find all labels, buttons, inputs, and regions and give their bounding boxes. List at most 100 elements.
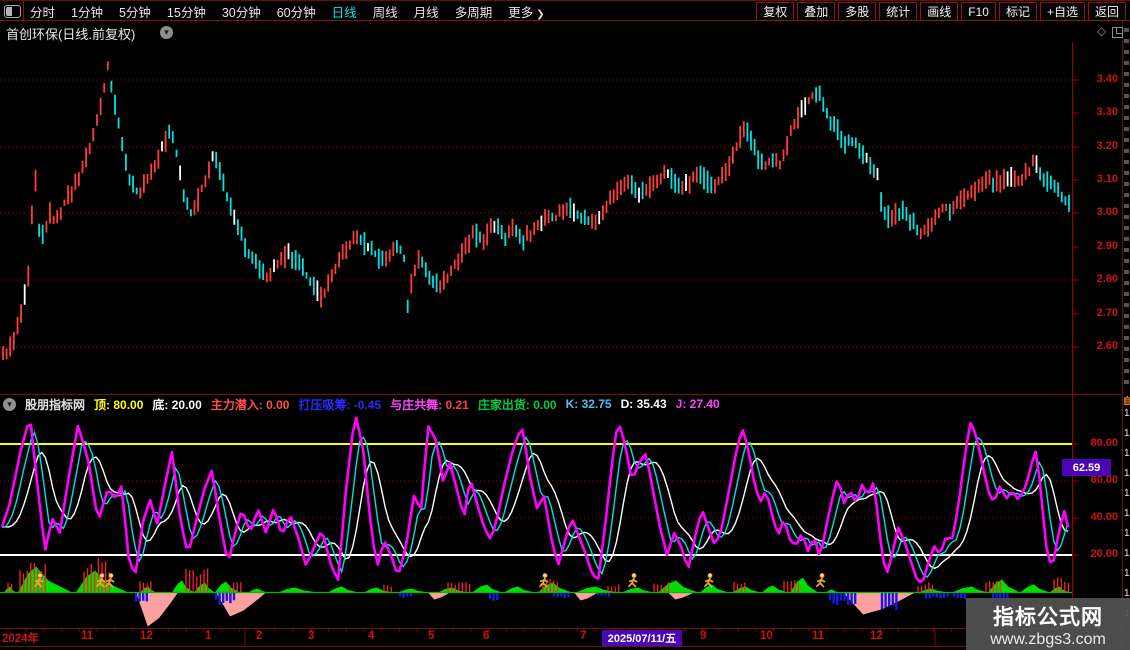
indicator-param-3: 主力潜入: 0.00 bbox=[211, 396, 290, 413]
date-axis-label: 4 bbox=[368, 630, 374, 642]
blue-bar bbox=[836, 593, 838, 605]
menu-item-2[interactable]: 5分钟 bbox=[119, 2, 151, 21]
price-axis-label: 2.90 bbox=[1078, 240, 1118, 252]
menu-item-10[interactable]: 更多❯ bbox=[508, 2, 544, 21]
menu-item-8[interactable]: 月线 bbox=[414, 2, 439, 21]
blue-bar bbox=[489, 593, 491, 599]
blue-bar bbox=[135, 593, 137, 602]
blue-bar bbox=[399, 593, 401, 596]
momentum-area-positive bbox=[952, 587, 988, 593]
blue-bar bbox=[895, 593, 897, 610]
j-line bbox=[2, 418, 1068, 582]
date-axis-label: 3 bbox=[308, 630, 314, 642]
blue-bar bbox=[604, 593, 606, 595]
restore-window-icon[interactable] bbox=[1112, 27, 1123, 38]
blue-bar bbox=[946, 593, 948, 597]
price-axis-label: 2.70 bbox=[1078, 307, 1118, 319]
indicator-param-2: 底: 20.00 bbox=[152, 396, 201, 413]
menu-item-5[interactable]: 60分钟 bbox=[277, 2, 316, 21]
price-axis-label: 3.40 bbox=[1078, 73, 1118, 85]
momentum-area-positive bbox=[472, 585, 502, 593]
date-axis-label: 7 bbox=[580, 630, 586, 642]
menu-item-4[interactable]: 30分钟 bbox=[222, 2, 261, 21]
momentum-area-positive bbox=[1050, 587, 1070, 593]
menubar-divider bbox=[23, 1, 24, 21]
momentum-area-positive bbox=[1020, 585, 1050, 593]
toolbar-button-3[interactable]: 统计 bbox=[879, 2, 917, 21]
indicator-value-tag: 62.59 bbox=[1062, 459, 1111, 476]
toolbar-button-6[interactable]: 标记 bbox=[999, 2, 1037, 21]
toolbar-button-7[interactable]: +自选 bbox=[1040, 2, 1085, 21]
menu-item-9[interactable]: 多周期 bbox=[455, 2, 493, 21]
toolbar-button-1[interactable]: 叠加 bbox=[797, 2, 835, 21]
momentum-area-positive bbox=[140, 587, 156, 593]
indicator-param-6: 庄家出货: 0.00 bbox=[478, 396, 557, 413]
inflow-area-negative bbox=[574, 593, 598, 601]
blue-bar bbox=[556, 593, 558, 597]
right-cutoff-panel: 自 11111111111 bbox=[1122, 0, 1130, 650]
toolbar-button-4[interactable]: 画线 bbox=[920, 2, 958, 21]
accumulation-stripes bbox=[186, 569, 208, 593]
top-menubar: 分时 1分钟 5分钟 15分钟 30分钟 60分钟日线周线月线多周期更多❯ 复权叠加多股统… bbox=[0, 0, 1130, 21]
runner-signal-icon bbox=[629, 573, 637, 586]
blue-bar bbox=[925, 593, 927, 599]
blue-bar bbox=[142, 593, 144, 601]
candles-down bbox=[39, 81, 1069, 313]
blue-bar bbox=[881, 593, 883, 610]
indicator-header: ▾ 股朋指标网顶: 80.00底: 20.00主力潜入: 0.00打压吸筹: -… bbox=[3, 396, 720, 412]
menu-item-0[interactable]: 分时 bbox=[30, 2, 55, 21]
date-axis-label: 12 bbox=[870, 630, 883, 642]
blue-bar bbox=[564, 593, 566, 598]
toolbar-button-5[interactable]: F10 bbox=[961, 2, 996, 21]
accumulation-stripes bbox=[608, 584, 619, 592]
toolbar-button-2[interactable]: 多股 bbox=[838, 2, 876, 21]
title-chevron-down-icon[interactable]: ▾ bbox=[160, 26, 173, 39]
clipped-digit: 1 bbox=[1124, 408, 1130, 419]
price-axis-label: 3.10 bbox=[1078, 173, 1118, 185]
window-panel-icon[interactable] bbox=[4, 5, 21, 18]
momentum-area-positive bbox=[4, 587, 16, 593]
blue-bar bbox=[406, 593, 408, 596]
price-axis-label: 3.20 bbox=[1078, 140, 1118, 152]
right-panel-digit-column: 11111111111 bbox=[1124, 408, 1130, 619]
selected-date-tag: 2025/07/11/五 bbox=[602, 630, 682, 646]
blue-bar bbox=[892, 593, 894, 605]
blue-bar bbox=[492, 593, 494, 601]
blue-bar bbox=[553, 593, 555, 597]
momentum-area-positive bbox=[658, 581, 698, 593]
more-arrow-icon: ❯ bbox=[536, 9, 544, 20]
momentum-area-positive bbox=[172, 581, 194, 593]
date-axis-label: 10 bbox=[760, 630, 773, 642]
chart-canvas bbox=[0, 0, 1130, 650]
menu-item-1[interactable]: 1分钟 bbox=[71, 2, 103, 21]
watermark-url: www.zbgs3.com bbox=[966, 631, 1130, 649]
diamond-icon[interactable]: ◇ bbox=[1097, 24, 1106, 38]
toolbar-button-8[interactable]: 返回 bbox=[1088, 2, 1126, 21]
menu-item-3[interactable]: 15分钟 bbox=[167, 2, 206, 21]
blue-bar bbox=[600, 593, 602, 596]
menu-item-7[interactable]: 周线 bbox=[373, 2, 398, 21]
menu-item-6[interactable]: 日线 bbox=[332, 2, 357, 21]
right-panel-clipped-text bbox=[1124, 28, 1129, 388]
momentum-area-positive bbox=[438, 588, 468, 593]
clipped-digit: 1 bbox=[1124, 448, 1130, 459]
date-axis-label: 9 bbox=[700, 630, 706, 642]
momentum-area-positive bbox=[700, 585, 728, 593]
inflow-area-negative bbox=[428, 593, 450, 600]
clipped-digit: 1 bbox=[1124, 488, 1130, 499]
toolbar-button-0[interactable]: 复权 bbox=[756, 2, 794, 21]
watermark: 指标公式网 www.zbgs3.com bbox=[966, 598, 1130, 650]
indicator-axis-label: 40.00 bbox=[1078, 511, 1118, 523]
blue-bar bbox=[567, 593, 569, 597]
right-panel-tab-char: 自 bbox=[1123, 394, 1130, 407]
runner-signal-icon bbox=[106, 573, 114, 586]
date-axis-label: 11 bbox=[81, 630, 93, 642]
blue-bar bbox=[146, 593, 148, 601]
indicator-param-1: 顶: 80.00 bbox=[94, 396, 143, 413]
blue-bar bbox=[218, 593, 220, 605]
indicator-chevron-down-icon[interactable]: ▾ bbox=[3, 398, 16, 411]
blue-bar bbox=[410, 593, 412, 596]
indicator-param-4: 打压吸筹: -0.45 bbox=[298, 396, 381, 413]
date-axis-label: 2 bbox=[256, 630, 262, 642]
clipped-digit: 1 bbox=[1124, 468, 1130, 479]
